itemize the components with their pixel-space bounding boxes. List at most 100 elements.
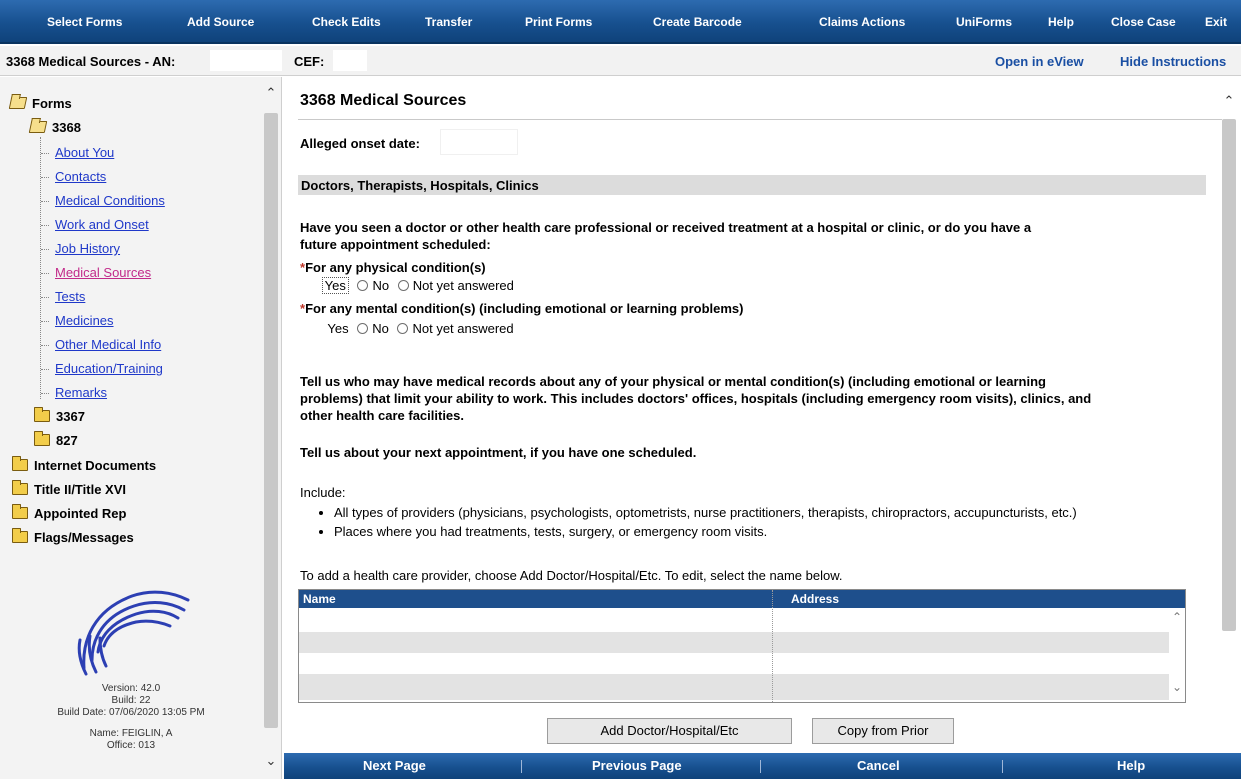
previous-page-button[interactable]: Previous Page xyxy=(592,758,682,773)
mental-condition-radio-group: Yes No Not yet answered xyxy=(308,321,514,336)
help-button[interactable]: Help xyxy=(1117,758,1145,773)
tree-node-flags-messages[interactable]: Flags/Messages xyxy=(12,528,134,545)
tree-node-internet-documents[interactable]: Internet Documents xyxy=(12,456,157,473)
tree-connector xyxy=(41,249,49,250)
folder-icon xyxy=(34,431,50,446)
build-date-text: Build Date: 07/06/2020 13:05 PM xyxy=(57,707,205,718)
physical-condition-label: *For any physical condition(s) xyxy=(300,260,486,275)
forms-sidebar: Forms 3368 About You Contacts Medical Co… xyxy=(0,77,282,779)
menu-uniforms[interactable]: UniForms xyxy=(956,15,1012,29)
menu-add-source[interactable]: Add Source xyxy=(187,15,254,29)
radio-label-no[interactable]: No xyxy=(372,321,389,336)
user-name-text: Name: FEIGLIN, A xyxy=(89,728,173,739)
sidebar-scroll-thumb[interactable] xyxy=(264,113,278,728)
table-row[interactable] xyxy=(299,674,1169,700)
tree-node-label: Title II/Title XVI xyxy=(34,482,126,497)
sidebar-item-medical-conditions[interactable]: Medical Conditions xyxy=(55,193,165,208)
tree-connector xyxy=(41,273,49,274)
sidebar-item-remarks[interactable]: Remarks xyxy=(55,385,107,400)
next-page-button[interactable]: Next Page xyxy=(363,758,426,773)
tree-node-title-ii-xvi[interactable]: Title II/Title XVI xyxy=(12,480,126,497)
menu-exit[interactable]: Exit xyxy=(1205,15,1227,29)
appointment-text: Tell us about your next appointment, if … xyxy=(300,445,697,460)
radio-label-not-yet[interactable]: Not yet answered xyxy=(412,321,513,336)
tree-node-label: Internet Documents xyxy=(34,458,157,473)
menu-help[interactable]: Help xyxy=(1048,15,1074,29)
menu-create-barcode[interactable]: Create Barcode xyxy=(653,15,742,29)
radio-not-yet-mental[interactable] xyxy=(397,323,409,334)
menu-check-edits[interactable]: Check Edits xyxy=(312,15,381,29)
tree-node-label: Appointed Rep xyxy=(34,506,127,521)
hide-instructions-link[interactable]: Hide Instructions xyxy=(1120,54,1226,69)
physical-condition-text: For any physical condition(s) xyxy=(305,260,486,275)
agency-eagle-logo xyxy=(77,590,190,676)
physical-condition-radio-group: Yes No Not yet answered xyxy=(308,277,514,294)
include-list: All types of providers (physicians, psyc… xyxy=(316,505,1077,543)
radio-no-physical[interactable] xyxy=(357,280,369,291)
sidebar-item-tests[interactable]: Tests xyxy=(55,289,85,304)
menu-claims-actions[interactable]: Claims Actions xyxy=(819,15,905,29)
menu-close-case[interactable]: Close Case xyxy=(1111,15,1176,29)
form-header-title: 3368 Medical Sources - AN: xyxy=(6,54,176,69)
tree-connector xyxy=(41,225,49,226)
tree-node-3367[interactable]: 3367 xyxy=(34,407,85,424)
sidebar-item-about-you[interactable]: About You xyxy=(55,145,114,160)
sidebar-item-contacts[interactable]: Contacts xyxy=(55,169,106,184)
menu-select-forms[interactable]: Select Forms xyxy=(47,15,122,29)
sidebar-item-education-training[interactable]: Education/Training xyxy=(55,361,163,376)
table-scrollbar[interactable]: ⌃ ⌄ xyxy=(1169,608,1185,702)
records-text-line1: Tell us who may have medical records abo… xyxy=(300,374,1046,389)
radio-yes-mental[interactable] xyxy=(308,321,324,333)
table-row[interactable] xyxy=(299,632,1169,653)
folder-icon xyxy=(12,480,28,495)
sidebar-item-medicines[interactable]: Medicines xyxy=(55,313,114,328)
cancel-button[interactable]: Cancel xyxy=(857,758,900,773)
radio-not-yet-physical[interactable] xyxy=(397,280,409,291)
tree-node-3368[interactable]: 3368 xyxy=(28,120,81,135)
chevron-down-icon[interactable]: ⌄ xyxy=(264,753,278,769)
tree-connector xyxy=(41,321,49,322)
tree-node-827[interactable]: 827 xyxy=(34,431,78,448)
add-doctor-button[interactable]: Add Doctor/Hospital/Etc xyxy=(547,718,792,744)
tree-node-3368-label: 3368 xyxy=(52,120,81,135)
radio-label-not-yet[interactable]: Not yet answered xyxy=(413,278,514,293)
onset-date-label: Alleged onset date: xyxy=(300,136,420,151)
providers-table: Name Address ⌃ ⌄ xyxy=(298,589,1186,703)
tree-connector xyxy=(41,201,49,202)
folder-icon xyxy=(12,528,28,543)
folder-icon xyxy=(34,407,50,422)
sidebar-scrollbar[interactable]: ⌃ ⌄ xyxy=(262,83,280,779)
onset-date-field[interactable] xyxy=(440,129,518,155)
copy-from-prior-button[interactable]: Copy from Prior xyxy=(812,718,954,744)
cef-label: CEF: xyxy=(294,54,325,69)
sidebar-item-other-medical-info[interactable]: Other Medical Info xyxy=(55,337,161,352)
chevron-up-icon[interactable]: ⌃ xyxy=(1222,93,1236,109)
tree-node-forms[interactable]: Forms xyxy=(8,96,72,111)
chevron-up-icon[interactable]: ⌃ xyxy=(1169,610,1185,624)
sidebar-item-job-history[interactable]: Job History xyxy=(55,241,120,256)
main-scroll-thumb[interactable] xyxy=(1222,119,1236,631)
main-scrollbar[interactable]: ⌃ xyxy=(1220,89,1238,634)
radio-label-yes[interactable]: Yes xyxy=(321,277,349,294)
chevron-down-icon[interactable]: ⌄ xyxy=(1169,680,1185,694)
menu-transfer[interactable]: Transfer xyxy=(425,15,472,29)
include-label: Include: xyxy=(300,485,346,500)
radio-yes-physical[interactable] xyxy=(308,278,318,290)
form-header: 3368 Medical Sources - AN: CEF: Open in … xyxy=(0,46,1241,76)
radio-label-no[interactable]: No xyxy=(372,278,389,293)
table-row[interactable] xyxy=(299,653,1169,674)
radio-label-yes[interactable]: Yes xyxy=(327,321,348,336)
an-value-field xyxy=(210,50,282,71)
column-header-address[interactable]: Address xyxy=(791,592,839,606)
table-row[interactable] xyxy=(299,611,1169,632)
column-header-name[interactable]: Name xyxy=(303,592,336,606)
chevron-up-icon[interactable]: ⌃ xyxy=(264,85,278,101)
sidebar-item-medical-sources[interactable]: Medical Sources xyxy=(55,265,151,280)
office-text: Office: 013 xyxy=(106,740,156,751)
tree-node-appointed-rep[interactable]: Appointed Rep xyxy=(12,504,127,521)
tree-node-label: Flags/Messages xyxy=(34,530,134,545)
sidebar-item-work-and-onset[interactable]: Work and Onset xyxy=(55,217,149,232)
radio-no-mental[interactable] xyxy=(357,323,369,334)
open-in-eview-link[interactable]: Open in eView xyxy=(995,54,1084,69)
menu-print-forms[interactable]: Print Forms xyxy=(525,15,592,29)
